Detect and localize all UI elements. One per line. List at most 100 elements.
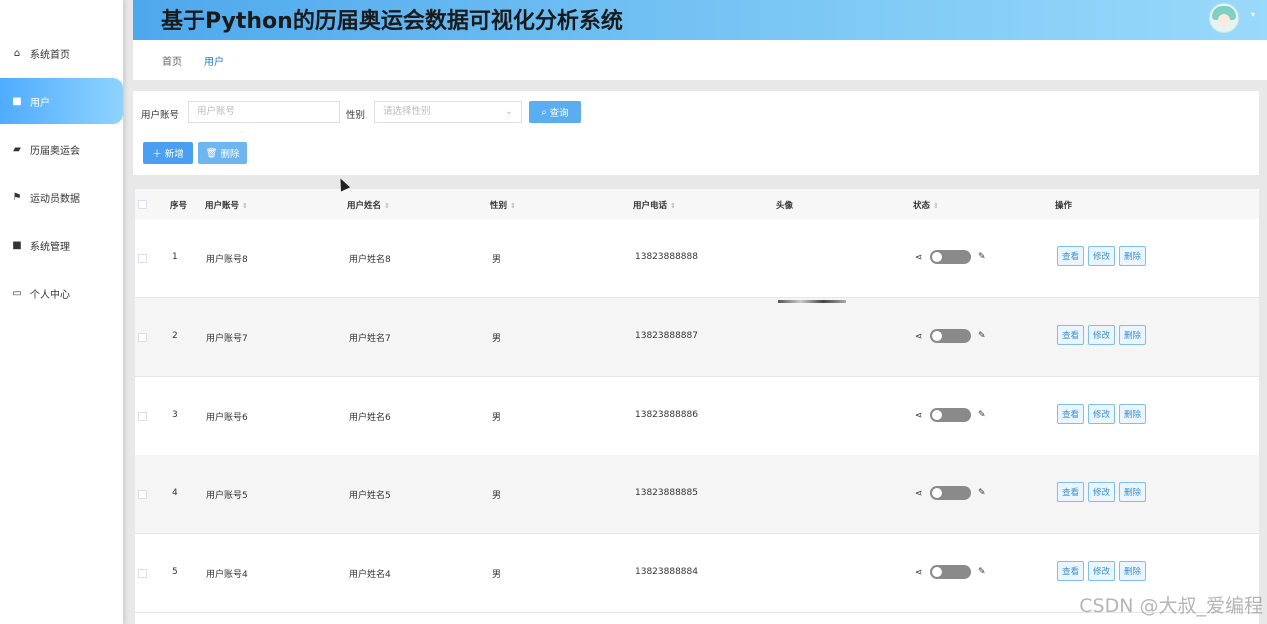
table-row: 2 用户账号7 用户姓名7 男 13823888887 ⋖ ✎ 查看 修改 删除 (135, 298, 1259, 377)
sidebar-item-athletes[interactable]: ⚑ 运动员数据 (0, 174, 123, 220)
share-icon[interactable]: ⋖ (915, 253, 923, 263)
view-button[interactable]: 查看 (1057, 325, 1084, 345)
edit-icon[interactable]: ✎ (978, 488, 986, 498)
share-icon[interactable]: ⋖ (915, 568, 923, 578)
view-button[interactable]: 查看 (1057, 246, 1084, 266)
cell-index: 2 (172, 331, 178, 341)
cell-name: 用户姓名6 (349, 413, 391, 423)
breadcrumb-home[interactable]: 首页 (162, 53, 182, 68)
edit-icon[interactable]: ✎ (978, 567, 986, 577)
breadcrumb: 首页 用户 (133, 40, 1267, 80)
avatar-image (778, 300, 846, 303)
sort-icon[interactable]: ⇕ (670, 202, 676, 210)
cell-account: 用户账号6 (206, 413, 248, 423)
sidebar-item-label: 系统首页 (30, 49, 70, 61)
col-name[interactable]: 用户姓名 ⇕ (347, 199, 390, 211)
status-toggle[interactable] (930, 250, 971, 264)
view-button[interactable]: 查看 (1057, 404, 1084, 424)
col-ops: 操作 (1055, 201, 1073, 211)
home-icon: ⌂ (13, 47, 21, 59)
row-checkbox[interactable] (138, 569, 147, 578)
trash-icon: 🗑 (205, 147, 218, 159)
row-delete-button[interactable]: 删除 (1119, 246, 1146, 266)
sort-icon[interactable]: ⇕ (933, 202, 939, 210)
sidebar-item-label: 个人中心 (30, 289, 70, 301)
share-icon[interactable]: ⋖ (915, 489, 923, 499)
cell-name: 用户姓名4 (349, 570, 391, 580)
table-header: 序号 用户账号 ⇕ 用户姓名 ⇕ 性别 ⇕ 用户电话 ⇕ 头像 状态 ⇕ 操作 (135, 189, 1259, 219)
avatar-icon[interactable] (1209, 3, 1239, 33)
delete-button[interactable]: 🗑 删除 (198, 142, 247, 164)
edit-button[interactable]: 修改 (1088, 404, 1115, 424)
chevron-down-icon[interactable]: ▾ (1251, 10, 1255, 19)
cell-account: 用户账号7 (206, 334, 248, 344)
cell-index: 4 (172, 488, 178, 498)
row-checkbox[interactable] (138, 412, 147, 421)
sidebar: ⌂ 系统首页 ■ 用户 ▰ 历届奥运会 ⚑ 运动员数据 ■ 系统管理 ▭ 个人中… (0, 0, 123, 624)
select-all-checkbox[interactable] (138, 200, 147, 209)
row-delete-button[interactable]: 删除 (1119, 404, 1146, 424)
search-panel: 用户账号 用户账号 性别 请选择性别 ⌄ ⌕ 查询 ＋ 新增 🗑 删除 (133, 91, 1259, 175)
cell-phone: 13823888884 (635, 567, 698, 577)
status-toggle[interactable] (930, 565, 971, 579)
grid-icon: ■ (12, 239, 22, 251)
watermark: CSDN @大叔_爱编程 (1079, 595, 1263, 617)
query-button[interactable]: ⌕ 查询 (529, 101, 581, 123)
sidebar-item-system[interactable]: ■ 系统管理 (0, 222, 123, 268)
cell-gender: 男 (492, 413, 502, 423)
edit-button[interactable]: 修改 (1088, 482, 1115, 502)
cell-index: 1 (172, 252, 178, 262)
sidebar-item-olympics[interactable]: ▰ 历届奥运会 (0, 126, 123, 172)
search-icon: ⌕ (541, 106, 547, 118)
add-button[interactable]: ＋ 新增 (143, 142, 193, 164)
table-row: 1 用户账号8 用户姓名8 男 13823888888 ⋖ ✎ 查看 修改 删除 (135, 219, 1259, 298)
sidebar-item-label: 系统管理 (30, 241, 70, 253)
status-toggle[interactable] (930, 329, 971, 343)
col-status[interactable]: 状态 ⇕ (913, 199, 939, 211)
table-row: 4 用户账号5 用户姓名5 男 13823888885 ⋖ ✎ 查看 修改 删除 (135, 455, 1259, 534)
row-checkbox[interactable] (138, 254, 147, 263)
share-icon[interactable]: ⋖ (915, 332, 923, 342)
col-account[interactable]: 用户账号 ⇕ (205, 199, 248, 211)
account-search-input[interactable]: 用户账号 (188, 101, 340, 123)
edit-icon[interactable]: ✎ (978, 331, 986, 341)
sidebar-item-users[interactable]: ■ 用户 (0, 78, 123, 124)
view-button[interactable]: 查看 (1057, 561, 1084, 581)
col-gender[interactable]: 性别 ⇕ (490, 199, 516, 211)
view-button[interactable]: 查看 (1057, 482, 1084, 502)
edit-button[interactable]: 修改 (1088, 325, 1115, 345)
wallet-icon: ▰ (13, 143, 21, 155)
sidebar-item-home[interactable]: ⌂ 系统首页 (0, 30, 123, 76)
sort-icon[interactable]: ⇕ (510, 202, 516, 210)
cell-account: 用户账号8 (206, 255, 248, 265)
row-delete-button[interactable]: 删除 (1119, 482, 1146, 502)
edit-icon[interactable]: ✎ (978, 252, 986, 262)
cell-index: 5 (172, 567, 178, 577)
sidebar-item-profile[interactable]: ▭ 个人中心 (0, 270, 123, 316)
col-phone[interactable]: 用户电话 ⇕ (633, 199, 676, 211)
row-delete-button[interactable]: 删除 (1119, 561, 1146, 581)
gender-select[interactable]: 请选择性别 ⌄ (374, 101, 522, 123)
account-label: 用户账号 (141, 110, 180, 121)
cell-gender: 男 (492, 255, 502, 265)
gender-placeholder: 请选择性别 (383, 106, 431, 117)
edit-button[interactable]: 修改 (1088, 561, 1115, 581)
sidebar-item-label: 用户 (30, 97, 50, 109)
col-avatar: 头像 (776, 201, 794, 211)
col-index: 序号 (170, 201, 188, 211)
sidebar-item-label: 历届奥运会 (30, 145, 80, 157)
share-icon[interactable]: ⋖ (915, 411, 923, 421)
row-checkbox[interactable] (138, 490, 147, 499)
sort-icon[interactable]: ⇕ (242, 202, 248, 210)
row-checkbox[interactable] (138, 333, 147, 342)
status-toggle[interactable] (930, 486, 971, 500)
plus-icon: ＋ (152, 149, 162, 160)
row-delete-button[interactable]: 删除 (1119, 325, 1146, 345)
cell-phone: 13823888886 (635, 410, 698, 420)
cell-gender: 男 (492, 491, 502, 501)
edit-icon[interactable]: ✎ (978, 410, 986, 420)
edit-button[interactable]: 修改 (1088, 246, 1115, 266)
status-toggle[interactable] (930, 408, 971, 422)
cell-index: 3 (172, 410, 178, 420)
sort-icon[interactable]: ⇕ (384, 202, 390, 210)
